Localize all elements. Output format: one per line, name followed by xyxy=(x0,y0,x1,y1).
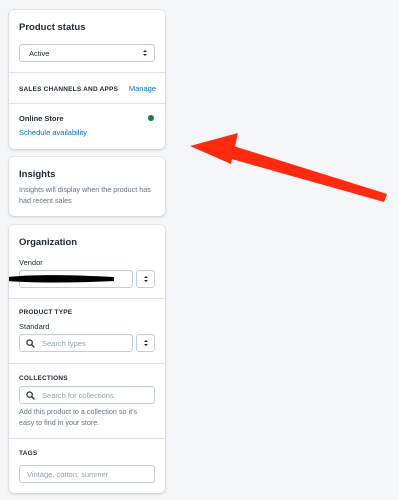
tags-heading: TAGS xyxy=(19,450,38,457)
search-icon xyxy=(26,390,35,400)
divider xyxy=(9,72,165,73)
product-type-heading: PRODUCT TYPE xyxy=(19,309,73,316)
search-collections-input[interactable]: Search for collections xyxy=(19,386,155,404)
organization-title: Organization xyxy=(19,237,78,248)
search-types-input[interactable]: Search types xyxy=(19,334,133,352)
search-icon xyxy=(26,338,35,348)
vendor-select-button[interactable] xyxy=(136,270,155,288)
insights-title: Insights xyxy=(19,169,56,180)
vendor-input[interactable] xyxy=(9,270,133,288)
product-status-card: Product status Active SALES CHANNELS AND… xyxy=(9,10,165,149)
organization-card: Organization Vendor PRODUCT TYPE Standar… xyxy=(9,225,165,493)
search-types-placeholder: Search types xyxy=(42,338,86,348)
status-select[interactable]: Active xyxy=(19,44,155,62)
select-chevrons-icon xyxy=(143,50,147,56)
select-chevrons-icon xyxy=(143,276,148,282)
collections-heading: COLLECTIONS xyxy=(19,375,68,382)
product-type-value: Standard xyxy=(19,322,50,331)
product-status-title: Product status xyxy=(19,22,86,33)
manage-link[interactable]: Manage xyxy=(129,84,156,93)
product-type-select-button[interactable] xyxy=(136,334,155,352)
divider xyxy=(9,438,165,439)
divider xyxy=(9,298,165,299)
redaction-scribble xyxy=(9,275,114,283)
insights-description: Insights will display when the product h… xyxy=(19,185,151,205)
divider xyxy=(9,363,165,364)
online-store-label: Online Store xyxy=(19,114,64,123)
vendor-label: Vendor xyxy=(19,258,43,267)
tags-placeholder: Vintage, cotton, summer xyxy=(27,469,109,479)
annotation-arrow-head xyxy=(190,133,238,164)
sales-channels-heading: SALES CHANNELS AND APPS xyxy=(19,86,119,93)
schedule-availability-link[interactable]: Schedule availability xyxy=(19,128,87,137)
annotation-arrow-shaft xyxy=(221,143,387,202)
collections-help-text: Add this product to a collection so it's… xyxy=(19,407,138,427)
tags-input[interactable]: Vintage, cotton, summer xyxy=(19,465,155,483)
online-status-dot xyxy=(148,115,154,121)
search-collections-placeholder: Search for collections xyxy=(42,390,114,400)
status-select-value: Active xyxy=(29,48,50,58)
divider xyxy=(9,103,165,104)
insights-card: Insights Insights will display when the … xyxy=(9,157,165,216)
select-chevrons-icon xyxy=(143,340,148,346)
